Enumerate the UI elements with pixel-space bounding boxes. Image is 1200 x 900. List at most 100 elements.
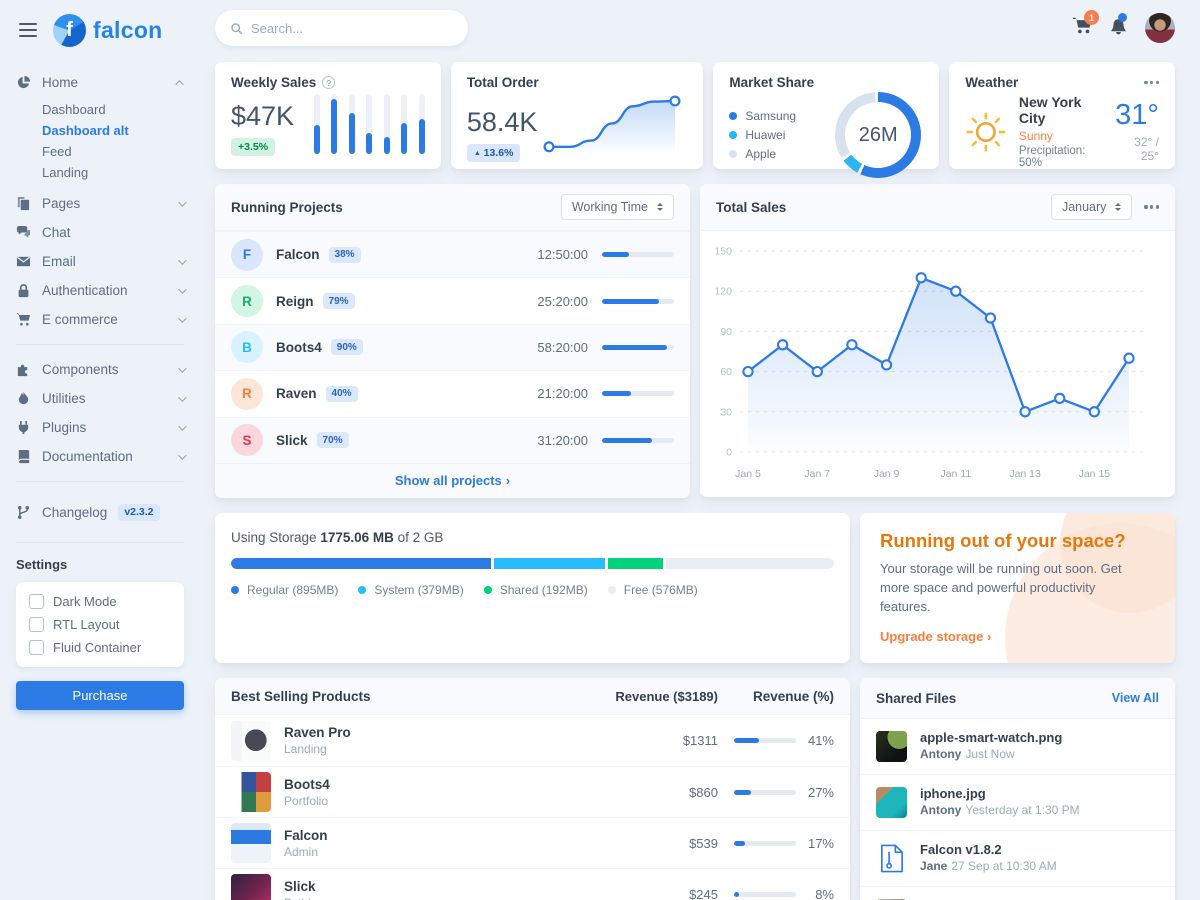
project-name[interactable]: Raven	[276, 386, 317, 401]
file-document-icon	[876, 843, 907, 874]
month-select[interactable]: January	[1051, 194, 1132, 220]
sidebar-item-plugins[interactable]: Plugins	[16, 413, 184, 442]
project-name[interactable]: Slick	[276, 433, 308, 448]
view-all-link[interactable]: View All	[1112, 691, 1159, 705]
show-all-projects-link[interactable]: Show all projects›	[215, 463, 690, 498]
project-percent-badge: 70%	[317, 432, 349, 448]
total-sales-menu-button[interactable]	[1144, 201, 1159, 212]
svg-text:0: 0	[726, 447, 732, 459]
sidebar-item-email[interactable]: Email	[16, 247, 184, 276]
nav-block: Home DashboardDashboard altFeedLanding	[16, 68, 184, 189]
product-thumbnail	[231, 772, 271, 812]
weekly-sales-bar	[314, 94, 320, 154]
sun-icon	[965, 109, 1007, 155]
comments-icon	[16, 225, 31, 240]
best-selling-card: Best Selling Products Revenue ($3189) Re…	[215, 678, 850, 900]
project-row: R Raven 40% 21:20:00	[215, 370, 690, 416]
product-category[interactable]: Landing	[284, 742, 608, 756]
promo-title: Running out of your space?	[880, 530, 1155, 552]
project-time: 21:20:00	[537, 386, 588, 401]
market-share-legend: SamsungHuaweiApple	[729, 109, 796, 161]
weekly-sales-bar	[419, 94, 425, 154]
project-name[interactable]: Reign	[276, 294, 314, 309]
sidebar-item-chat[interactable]: Chat	[16, 218, 184, 247]
purchase-button[interactable]: Purchase	[16, 681, 184, 710]
sidebar-item-authentication[interactable]: Authentication	[16, 276, 184, 305]
search-input[interactable]	[251, 21, 453, 36]
hamburger-menu-icon[interactable]	[16, 20, 40, 40]
sidebar-subitem-dashboard[interactable]: Dashboard	[42, 99, 184, 120]
promo-body: Your storage will be running out soon. G…	[880, 560, 1142, 617]
settings-option-rtl-layout[interactable]: RTL Layout	[29, 617, 171, 632]
product-row: Falcon Admin $539 17%	[215, 817, 850, 868]
file-name[interactable]: Falcon v1.8.2	[920, 842, 1057, 857]
settings-option-fluid-container[interactable]: Fluid Container	[29, 640, 171, 655]
shared-files-title: Shared Files	[876, 691, 956, 706]
product-name[interactable]: Raven Pro	[284, 725, 608, 740]
project-time: 58:20:00	[537, 340, 588, 355]
project-name[interactable]: Boots4	[276, 340, 322, 355]
legend-item-apple: Apple	[729, 147, 796, 161]
product-category[interactable]: Builder	[284, 896, 608, 900]
product-revenue-bar	[734, 790, 796, 795]
storage-segment	[231, 558, 491, 569]
shared-files-list: apple-smart-watch.png AntonyJust Now iph…	[860, 719, 1175, 900]
checkbox[interactable]	[29, 617, 44, 632]
product-price: $539	[608, 836, 718, 851]
help-icon[interactable]: ?	[322, 76, 335, 89]
file-name[interactable]: apple-smart-watch.png	[920, 730, 1062, 745]
notification-dot	[1118, 13, 1127, 22]
sidebar-item-pages[interactable]: Pages	[16, 189, 184, 218]
checkbox[interactable]	[29, 594, 44, 609]
legend-item-samsung: Samsung	[729, 109, 796, 123]
sidebar-subitem-dashboard-alt[interactable]: Dashboard alt	[42, 120, 184, 141]
cart-button[interactable]: 1	[1073, 16, 1092, 40]
weekly-sales-bar	[366, 94, 372, 154]
sidebar-subitem-feed[interactable]: Feed	[42, 141, 184, 162]
project-name[interactable]: Falcon	[276, 247, 320, 262]
project-avatar: R	[231, 285, 263, 317]
svg-text:150: 150	[714, 246, 732, 258]
topbar: 1	[215, 0, 1175, 56]
sidebar-item-documentation[interactable]: Documentation	[16, 442, 184, 471]
nav-block: Documentation	[16, 442, 184, 471]
product-name[interactable]: Slick	[284, 879, 608, 894]
nav-divider	[16, 344, 184, 345]
sidebar-item-e-commerce[interactable]: E commerce	[16, 305, 184, 334]
file-row: Falcon v1.8.2 Jane27 Sep at 10:30 AM	[860, 830, 1175, 886]
weather-menu-button[interactable]	[1144, 77, 1159, 88]
brand-name: falcon	[93, 17, 163, 44]
sidebar-item-home[interactable]: Home	[16, 68, 184, 97]
product-category[interactable]: Portfolio	[284, 794, 608, 808]
product-category[interactable]: Admin	[284, 845, 608, 859]
brand-logo[interactable]: f falcon	[53, 14, 163, 47]
chevron-icon	[178, 198, 186, 206]
sidebar-item-components[interactable]: Components	[16, 355, 184, 384]
project-avatar: R	[231, 378, 263, 410]
cart-icon	[16, 312, 31, 327]
product-name[interactable]: Boots4	[284, 777, 608, 792]
svg-text:Jan 13: Jan 13	[1009, 468, 1041, 480]
sidebar-item-changelog[interactable]: Changelog v2.3.2	[16, 492, 184, 532]
sidebar-subitem-landing[interactable]: Landing	[42, 162, 184, 183]
chevron-icon	[178, 393, 186, 401]
product-price: $245	[608, 887, 718, 900]
total-sales-chart-area: 0306090120150Jan 5Jan 7Jan 9Jan 11Jan 13…	[700, 231, 1175, 497]
settings-option-dark-mode[interactable]: Dark Mode	[29, 594, 171, 609]
weather-precipitation: Precipitation: 50%	[1019, 145, 1103, 169]
product-name[interactable]: Falcon	[284, 828, 608, 843]
weather-temp: 31°	[1115, 101, 1159, 130]
user-avatar[interactable]	[1145, 13, 1175, 43]
sidebar-item-utilities[interactable]: Utilities	[16, 384, 184, 413]
project-progress-bar	[602, 438, 674, 443]
project-progress-bar	[602, 391, 674, 396]
notifications-button[interactable]	[1109, 16, 1128, 40]
select-arrows-icon	[657, 203, 663, 211]
checkbox[interactable]	[29, 640, 44, 655]
upgrade-storage-link[interactable]: Upgrade storage ›	[880, 629, 991, 644]
file-row: apple-smart-watch.png AntonyJust Now	[860, 719, 1175, 774]
legend-dot	[231, 586, 239, 594]
working-time-select[interactable]: Working Time	[561, 194, 674, 220]
file-name[interactable]: iphone.jpg	[920, 786, 1080, 801]
chart-pie-icon	[16, 75, 31, 90]
